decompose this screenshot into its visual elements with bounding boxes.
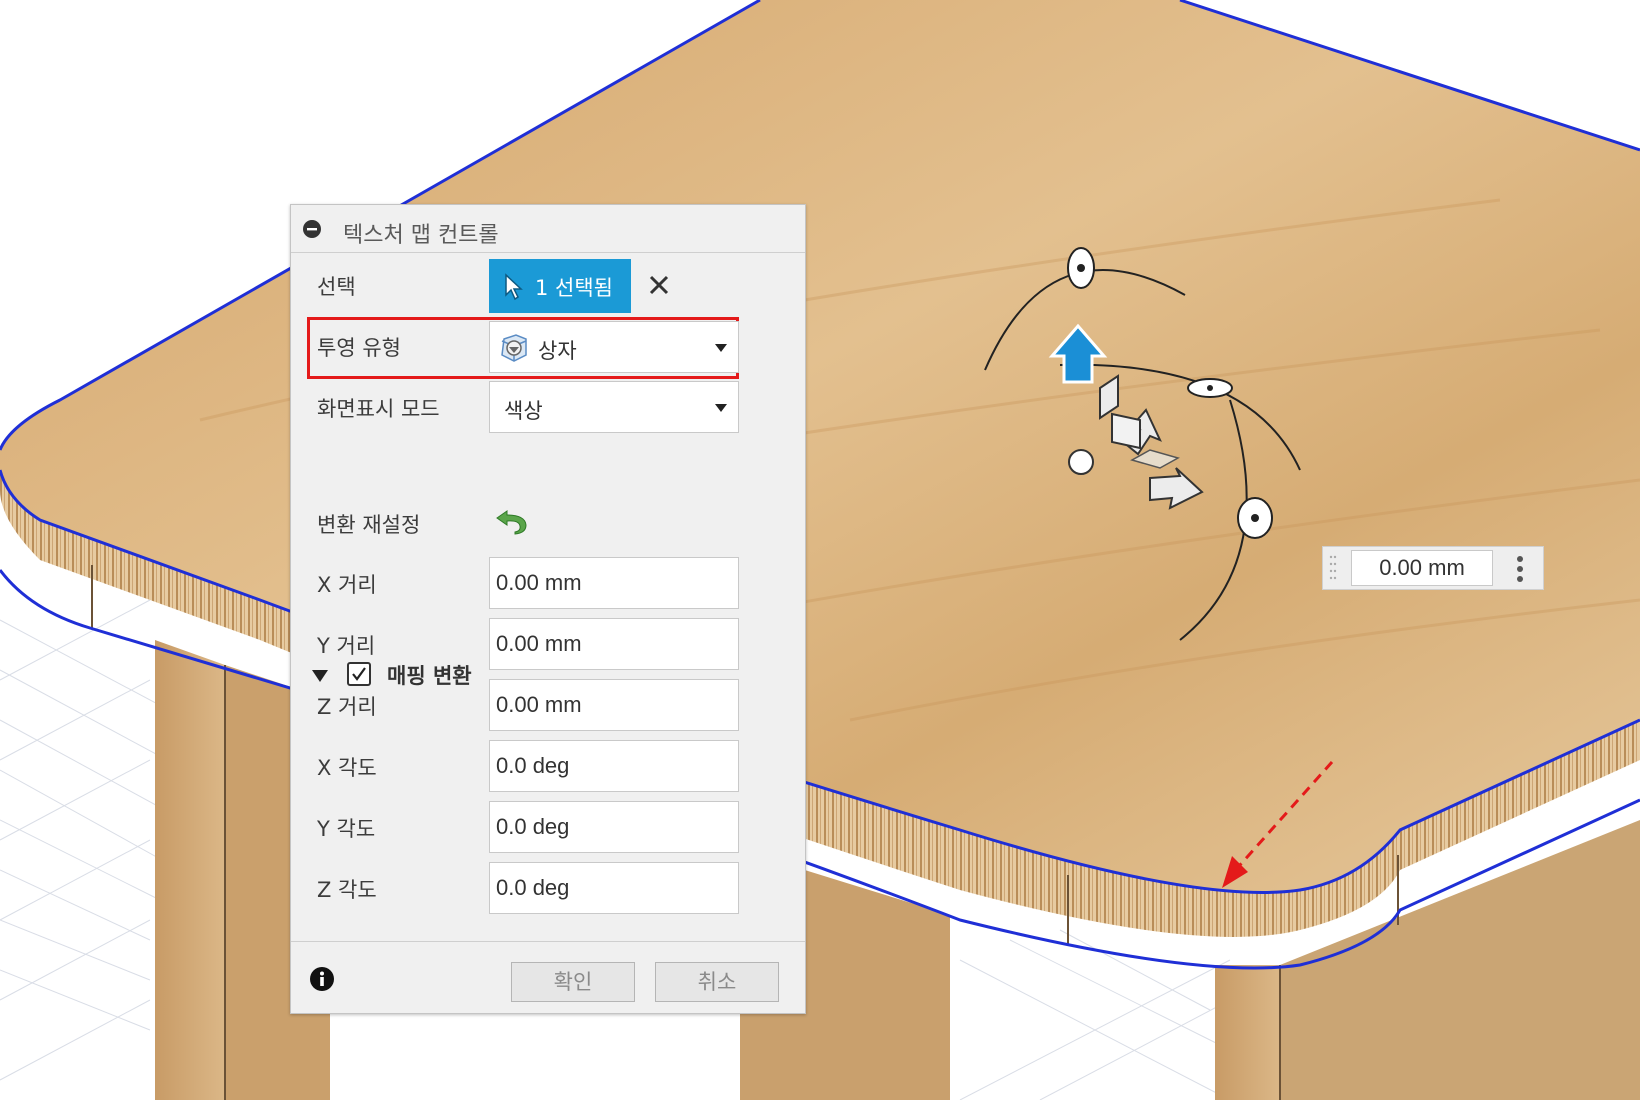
- dialog-header: 텍스처 맵 컨트롤: [291, 205, 805, 253]
- z-distance-label: Z 거리: [317, 695, 377, 719]
- z-angle-label: Z 각도: [317, 878, 377, 902]
- x-angle-input[interactable]: [489, 740, 739, 792]
- chevron-down-icon: [715, 344, 727, 352]
- plane-handle-box: [1111, 412, 1141, 450]
- floating-value-field[interactable]: 0.00 mm: [1351, 550, 1493, 586]
- projection-type-dropdown[interactable]: 상자: [489, 321, 739, 373]
- reset-transform-icon[interactable]: [495, 505, 529, 535]
- dialog-footer: 확인 취소: [291, 941, 805, 1015]
- y-distance-input[interactable]: [489, 618, 739, 670]
- z-angle-input[interactable]: [489, 862, 739, 914]
- section-collapse-arrow-icon[interactable]: [311, 669, 329, 683]
- x-angle-label: X 각도: [317, 756, 377, 780]
- select-label: 선택: [317, 275, 356, 299]
- collapse-icon[interactable]: [303, 220, 321, 238]
- ok-button[interactable]: 확인: [511, 962, 635, 1002]
- display-mode-label: 화면표시 모드: [317, 397, 440, 421]
- x-distance-input[interactable]: [489, 557, 739, 609]
- selection-count: 1 선택됨: [535, 276, 613, 300]
- drag-grip-icon[interactable]: [1329, 553, 1337, 583]
- x-distance-label: X 거리: [317, 573, 377, 597]
- box-projection-icon: [501, 334, 527, 362]
- table-leg-right: [1215, 965, 1280, 1100]
- selection-button[interactable]: 1 선택됨: [489, 259, 631, 313]
- reset-transform-label: 변환 재설정: [317, 513, 421, 537]
- y-angle-label: Y 각도: [317, 817, 376, 841]
- info-icon[interactable]: [309, 966, 335, 992]
- checkmark-icon: [352, 667, 366, 681]
- floating-distance-input: 0.00 mm: [1322, 546, 1544, 590]
- display-mode-dropdown[interactable]: 색상: [489, 381, 739, 433]
- projection-type-label: 투영 유형: [317, 336, 401, 360]
- texture-map-controls-dialog: 텍스처 맵 컨트롤 선택 1 선택됨 투영 유형 상자 화면표시 모드 색상 매…: [290, 204, 806, 1014]
- cursor-arrow-icon: [505, 273, 523, 301]
- z-distance-input[interactable]: [489, 679, 739, 731]
- table-leg-left: [155, 640, 225, 1100]
- dialog-title: 텍스처 맵 컨트롤: [343, 223, 499, 248]
- projection-type-value: 상자: [538, 339, 577, 363]
- mapping-transform-title: 매핑 변환: [387, 664, 472, 688]
- chevron-down-icon: [715, 404, 727, 412]
- scale-handle: [1068, 449, 1094, 475]
- display-mode-value: 색상: [504, 399, 543, 423]
- clear-selection-icon[interactable]: [648, 274, 670, 296]
- more-options-icon[interactable]: [1515, 555, 1525, 583]
- y-distance-label: Y 거리: [317, 634, 376, 658]
- cancel-button[interactable]: 취소: [655, 962, 779, 1002]
- mapping-transform-checkbox[interactable]: [347, 662, 371, 686]
- y-angle-input[interactable]: [489, 801, 739, 853]
